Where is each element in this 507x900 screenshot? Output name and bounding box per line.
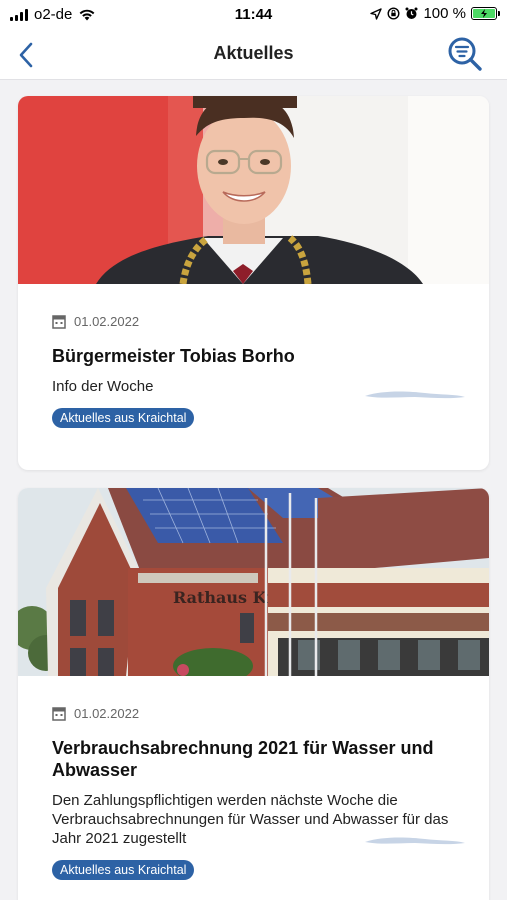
- brush-stroke-decoration: [365, 837, 465, 845]
- alarm-icon: [405, 7, 418, 19]
- brush-stroke-decoration: [365, 391, 465, 399]
- lock-rotation-icon: [387, 7, 400, 20]
- search-filter-button[interactable]: [445, 34, 485, 74]
- calendar-icon: [52, 706, 66, 721]
- battery-label: 100 %: [423, 5, 466, 22]
- news-card[interactable]: Rathaus Kraichtal 01.02.2022 Verbrauchsa…: [18, 488, 489, 900]
- calendar-icon: [52, 314, 66, 329]
- news-card-body: 01.02.2022 Bürgermeister Tobias Borho In…: [18, 284, 489, 428]
- news-title: Bürgermeister Tobias Borho: [52, 346, 295, 366]
- category-badge[interactable]: Aktuelles aus Kraichtal: [52, 408, 195, 428]
- status-right: 100 %: [370, 5, 500, 22]
- date-row: 01.02.2022: [52, 314, 455, 329]
- nav-bar: Aktuelles: [0, 30, 507, 80]
- search-filter-icon: [448, 37, 482, 71]
- news-card-body: 01.02.2022 Verbrauchsabrechnung 2021 für…: [18, 676, 489, 880]
- location-arrow-icon: [370, 7, 383, 20]
- date-row: 01.02.2022: [52, 706, 455, 721]
- status-bar: o2-de 11:44 100 %: [0, 0, 507, 30]
- news-date: 01.02.2022: [74, 314, 140, 329]
- battery-icon: [471, 7, 500, 20]
- news-image-mayor: [18, 96, 489, 284]
- news-image-townhall: Rathaus Kraichtal: [18, 488, 489, 676]
- page-title: Aktuelles: [213, 43, 294, 63]
- category-badge[interactable]: Aktuelles aus Kraichtal: [52, 860, 195, 880]
- news-date: 01.02.2022: [74, 706, 140, 721]
- news-title: Verbrauchsabrechnung 2021 für Wasser und…: [52, 738, 434, 780]
- news-card[interactable]: 01.02.2022 Bürgermeister Tobias Borho In…: [18, 96, 489, 470]
